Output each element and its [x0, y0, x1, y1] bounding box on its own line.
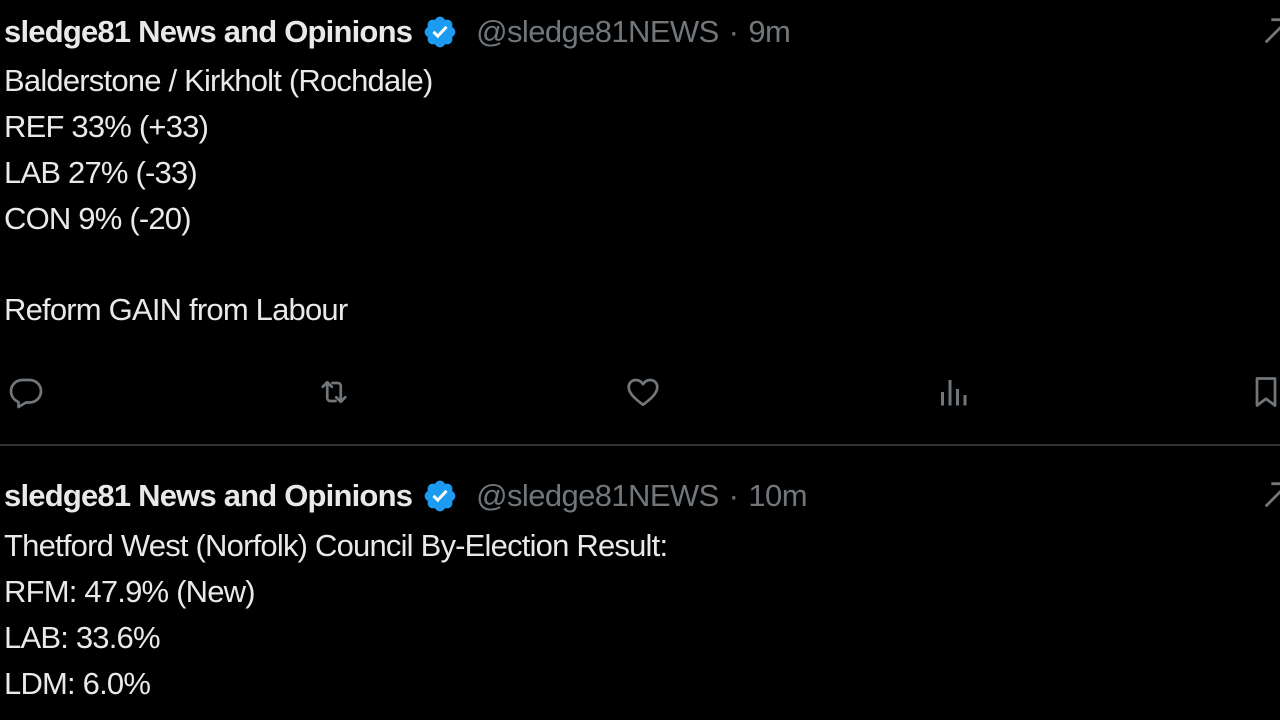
tweet-header: sledge81 News and Opinions @sledge81NEWS…: [4, 12, 791, 52]
tweet-line: LDM: 6.0%: [4, 666, 151, 701]
repost-icon: [321, 380, 347, 404]
tweet[interactable]: sledge81 News and Opinions @sledge81NEWS…: [0, 0, 1280, 444]
like-icon: [627, 378, 659, 407]
tweet-text: Thetford West (Norfolk) Council By-Elect…: [4, 523, 668, 707]
views-icon: [941, 380, 967, 406]
tweet-line: LAB: 33.6%: [4, 620, 161, 655]
tweet-actions: [0, 370, 1280, 414]
separator-dot: ·: [728, 478, 739, 513]
reply-icon: [9, 378, 43, 409]
tweet-line: Balderstone / Kirkholt (Rochdale): [4, 63, 433, 98]
tweet-line: RFM: 47.9% (New): [4, 574, 256, 609]
views-button[interactable]: [931, 370, 975, 414]
tweet-line: Reform GAIN from Labour: [4, 292, 348, 327]
tweet-line: LAB 27% (-33): [4, 155, 198, 190]
grok-icon[interactable]: [1260, 14, 1280, 48]
author-handle[interactable]: @sledge81NEWS: [476, 478, 719, 514]
bookmark-icon: [1255, 377, 1277, 407]
verified-badge-icon: [424, 16, 456, 48]
tweet-line: Thetford West (Norfolk) Council By-Elect…: [4, 528, 668, 563]
reply-button[interactable]: [4, 370, 48, 414]
separator-dot: ·: [728, 14, 739, 49]
repost-button[interactable]: [312, 370, 356, 414]
verified-badge-icon: [424, 480, 456, 512]
tweet[interactable]: sledge81 News and Opinions @sledge81NEWS…: [0, 446, 1280, 720]
timestamp[interactable]: 10m: [748, 478, 807, 514]
tweet-line: CON 9% (-20): [4, 201, 192, 236]
author-name[interactable]: sledge81 News and Opinions: [4, 14, 413, 50]
bookmark-button[interactable]: [1244, 370, 1280, 414]
author-handle[interactable]: @sledge81NEWS: [476, 14, 719, 50]
like-button[interactable]: [621, 370, 665, 414]
author-name[interactable]: sledge81 News and Opinions: [4, 478, 413, 514]
timestamp[interactable]: 9m: [748, 14, 790, 50]
tweet-header: sledge81 News and Opinions @sledge81NEWS…: [4, 476, 808, 516]
grok-icon[interactable]: [1260, 478, 1280, 512]
tweet-text: Balderstone / Kirkholt (Rochdale) REF 33…: [4, 58, 433, 333]
tweet-line: REF 33% (+33): [4, 109, 209, 144]
